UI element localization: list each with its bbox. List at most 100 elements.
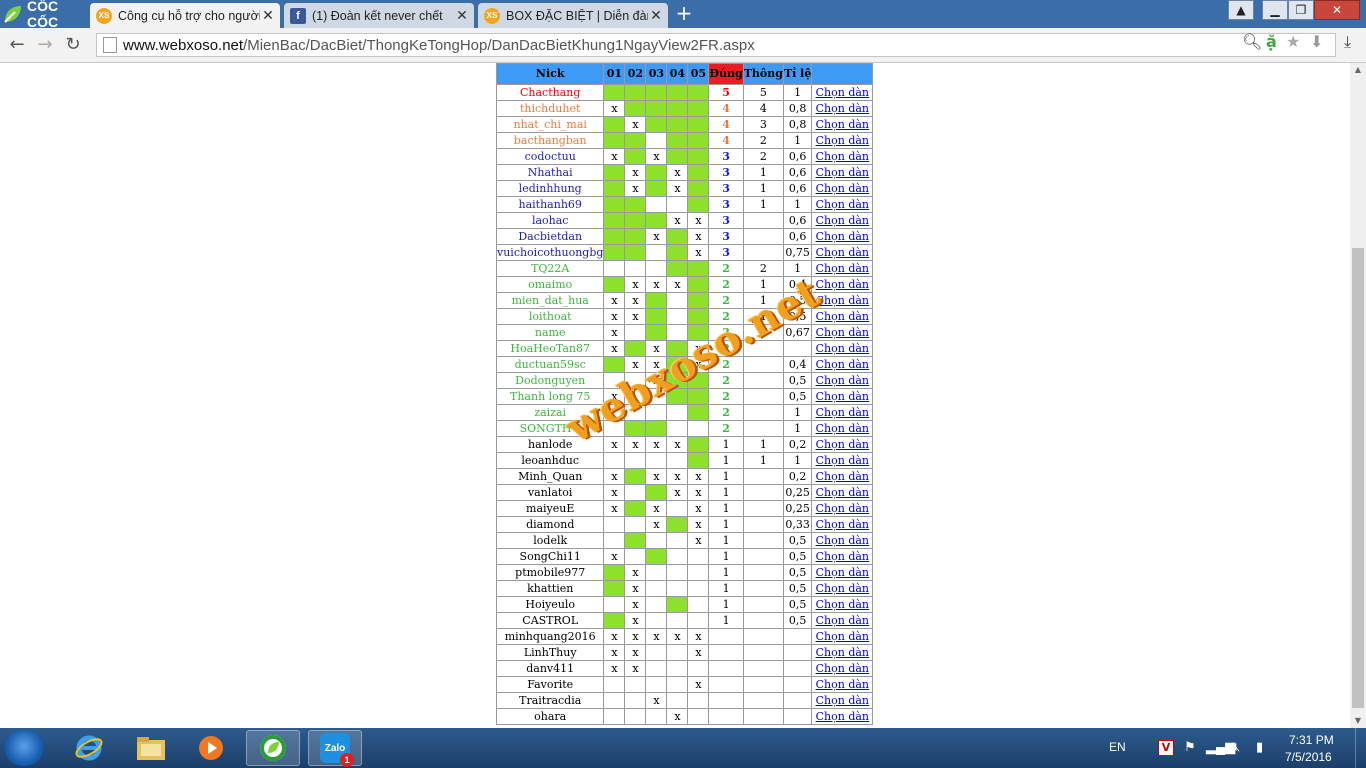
chon-dan-link[interactable]: Chọn dàn [816,406,869,419]
tab-facebook[interactable]: f (1) Đoàn kết never chết ✕ [284,3,474,28]
chon-dan-link[interactable]: Chọn dàn [816,246,869,259]
chon-dan-link[interactable]: Chọn dàn [816,502,869,515]
close-window-button[interactable]: ✕ [1314,0,1360,20]
user-menu-button[interactable]: ▲ [1228,0,1254,20]
chon-dan-link[interactable]: Chọn dàn [816,630,869,643]
nick-cell: Traitracdia [495,692,605,709]
chon-dan-link[interactable]: Chọn dàn [816,358,869,371]
chon-dan-link[interactable]: Chọn dàn [816,342,869,355]
file-explorer-icon[interactable] [124,730,178,766]
chon-dan-link[interactable]: Chọn dàn [816,566,869,579]
download-button-icon[interactable]: ⬇ [1310,32,1323,51]
zalo-notification-badge: 1 [340,753,354,767]
facebook-favicon-icon: f [290,7,306,24]
zoom-search-icon[interactable]: 🔍︎ [1242,32,1262,51]
chon-dan-link[interactable]: Chọn dàn [816,102,869,115]
chon-dan-link[interactable]: Chọn dàn [816,662,869,675]
chon-dan-link[interactable]: Chọn dàn [816,438,869,451]
new-tab-button[interactable]: + [675,3,693,23]
close-tab-icon[interactable]: ✕ [260,7,276,24]
clock-date[interactable]: 7/5/2016 [1285,750,1332,764]
url-input[interactable]: www.webxoso.net/MienBac/DacBiet/ThongKeT… [96,33,1336,57]
chon-dan-link[interactable]: Chọn dàn [816,710,869,723]
forward-arrow-icon[interactable]: → [34,34,56,56]
chon-dan-link[interactable]: Chọn dàn [816,518,869,531]
table-row: maiyeuE x x x 1 0,25 Chọn dàn [495,500,874,517]
chon-dan-link[interactable]: Chọn dàn [816,214,869,227]
dung-cell: 5 [708,84,744,101]
chon-dan-link[interactable]: Chọn dàn [816,198,869,211]
action-cell: Chọn dàn [811,148,874,165]
back-arrow-icon[interactable]: ← [6,34,28,56]
thong-cell: 1 [742,180,784,197]
scroll-down-icon[interactable]: ▼ [1350,714,1366,728]
clock-time[interactable]: 7:31 PM [1289,733,1334,747]
chon-dan-link[interactable]: Chọn dàn [816,646,869,659]
bookmark-star-icon[interactable]: ★ [1286,32,1300,51]
chon-dan-link[interactable]: Chọn dàn [816,278,869,291]
action-center-flag-icon[interactable]: ⚑ [1184,739,1196,755]
chon-dan-link[interactable]: Chọn dàn [816,182,869,195]
chon-dan-link[interactable]: Chọn dàn [816,678,869,691]
coccoc-taskbar-icon[interactable] [246,730,300,766]
chon-dan-link[interactable]: Chọn dàn [816,326,869,339]
coccoc-logo[interactable]: CỐC CỐC [0,0,86,30]
number-cell-03: x [645,468,668,485]
tab-active[interactable]: XS Công cụ hỗ trợ cho người ✕ [90,3,280,28]
chon-dan-link[interactable]: Chọn dàn [816,454,869,467]
chon-dan-link[interactable]: Chọn dàn [816,118,869,131]
chon-dan-link[interactable]: Chọn dàn [816,86,869,99]
vertical-scrollbar[interactable]: ▲ ▼ [1350,63,1366,728]
chon-dan-link[interactable]: Chọn dàn [816,550,869,563]
number-cell-01 [603,260,626,277]
header-04: 04 [666,63,689,85]
zalo-taskbar-icon[interactable]: Zalo 1 [308,730,362,767]
action-cell: Chọn dàn [811,628,874,645]
number-cell-01 [603,276,626,293]
chon-dan-link[interactable]: Chọn dàn [816,390,869,403]
downloads-icon[interactable]: ⤓ [1344,32,1351,52]
chon-dan-link[interactable]: Chọn dàn [816,166,869,179]
action-cell: Chọn dàn [811,420,874,437]
show-desktop-button[interactable] [1355,728,1366,768]
nick-cell: haithanh69 [495,196,605,213]
internet-explorer-icon[interactable] [62,730,116,766]
close-tab-icon[interactable]: ✕ [648,7,664,24]
unikey-v-icon[interactable]: V [1158,740,1174,756]
scroll-up-icon[interactable]: ▲ [1350,63,1366,77]
chon-dan-link[interactable]: Chọn dàn [816,598,869,611]
chon-dan-link[interactable]: Chọn dàn [816,374,869,387]
chon-dan-link[interactable]: Chọn dàn [816,486,869,499]
chon-dan-link[interactable]: Chọn dàn [816,262,869,275]
chon-dan-link[interactable]: Chọn dàn [816,534,869,547]
minimize-button[interactable]: ▁ [1262,0,1288,20]
chon-dan-link[interactable]: Chọn dàn [816,694,869,707]
language-indicator[interactable]: EN [1109,740,1126,754]
chon-dan-link[interactable]: Chọn dàn [816,422,869,435]
battery-icon[interactable]: ▮ [1256,739,1263,755]
scrollbar-thumb[interactable] [1352,248,1364,708]
network-signal-icon[interactable]: ▂▄▆ [1206,739,1235,755]
maximize-button[interactable]: ❐ [1288,0,1314,20]
tab-box-dac-biet[interactable]: XS BOX ĐẶC BIỆT | Diễn đàn ✕ [478,3,668,28]
chon-dan-link[interactable]: Chọn dàn [816,134,869,147]
number-cell-04: x [666,180,689,197]
start-button-icon[interactable] [4,730,44,766]
reload-icon[interactable]: ↻ [62,34,84,56]
table-row: SONGTHU 2 1 Chọn dàn [495,420,874,437]
chon-dan-link[interactable]: Chọn dàn [816,614,869,627]
chon-dan-link[interactable]: Chọn dàn [816,230,869,243]
number-cell-04 [666,612,689,629]
header-05: 05 [687,63,710,85]
number-cell-03 [645,212,668,229]
chon-dan-link[interactable]: Chọn dàn [816,582,869,595]
volume-muted-icon[interactable]: 🔇︎ [1232,739,1240,755]
chon-dan-link[interactable]: Chọn dàn [816,150,869,163]
media-player-icon[interactable] [184,730,238,766]
vietnamese-input-icon[interactable]: ặ [1266,32,1277,51]
tile-cell: 0,25 [782,484,813,501]
chon-dan-link[interactable]: Chọn dàn [816,470,869,483]
table-row: bacthangban 4 2 1 Chọn dàn [495,132,874,149]
thong-cell [742,516,784,533]
close-tab-icon[interactable]: ✕ [454,7,470,24]
